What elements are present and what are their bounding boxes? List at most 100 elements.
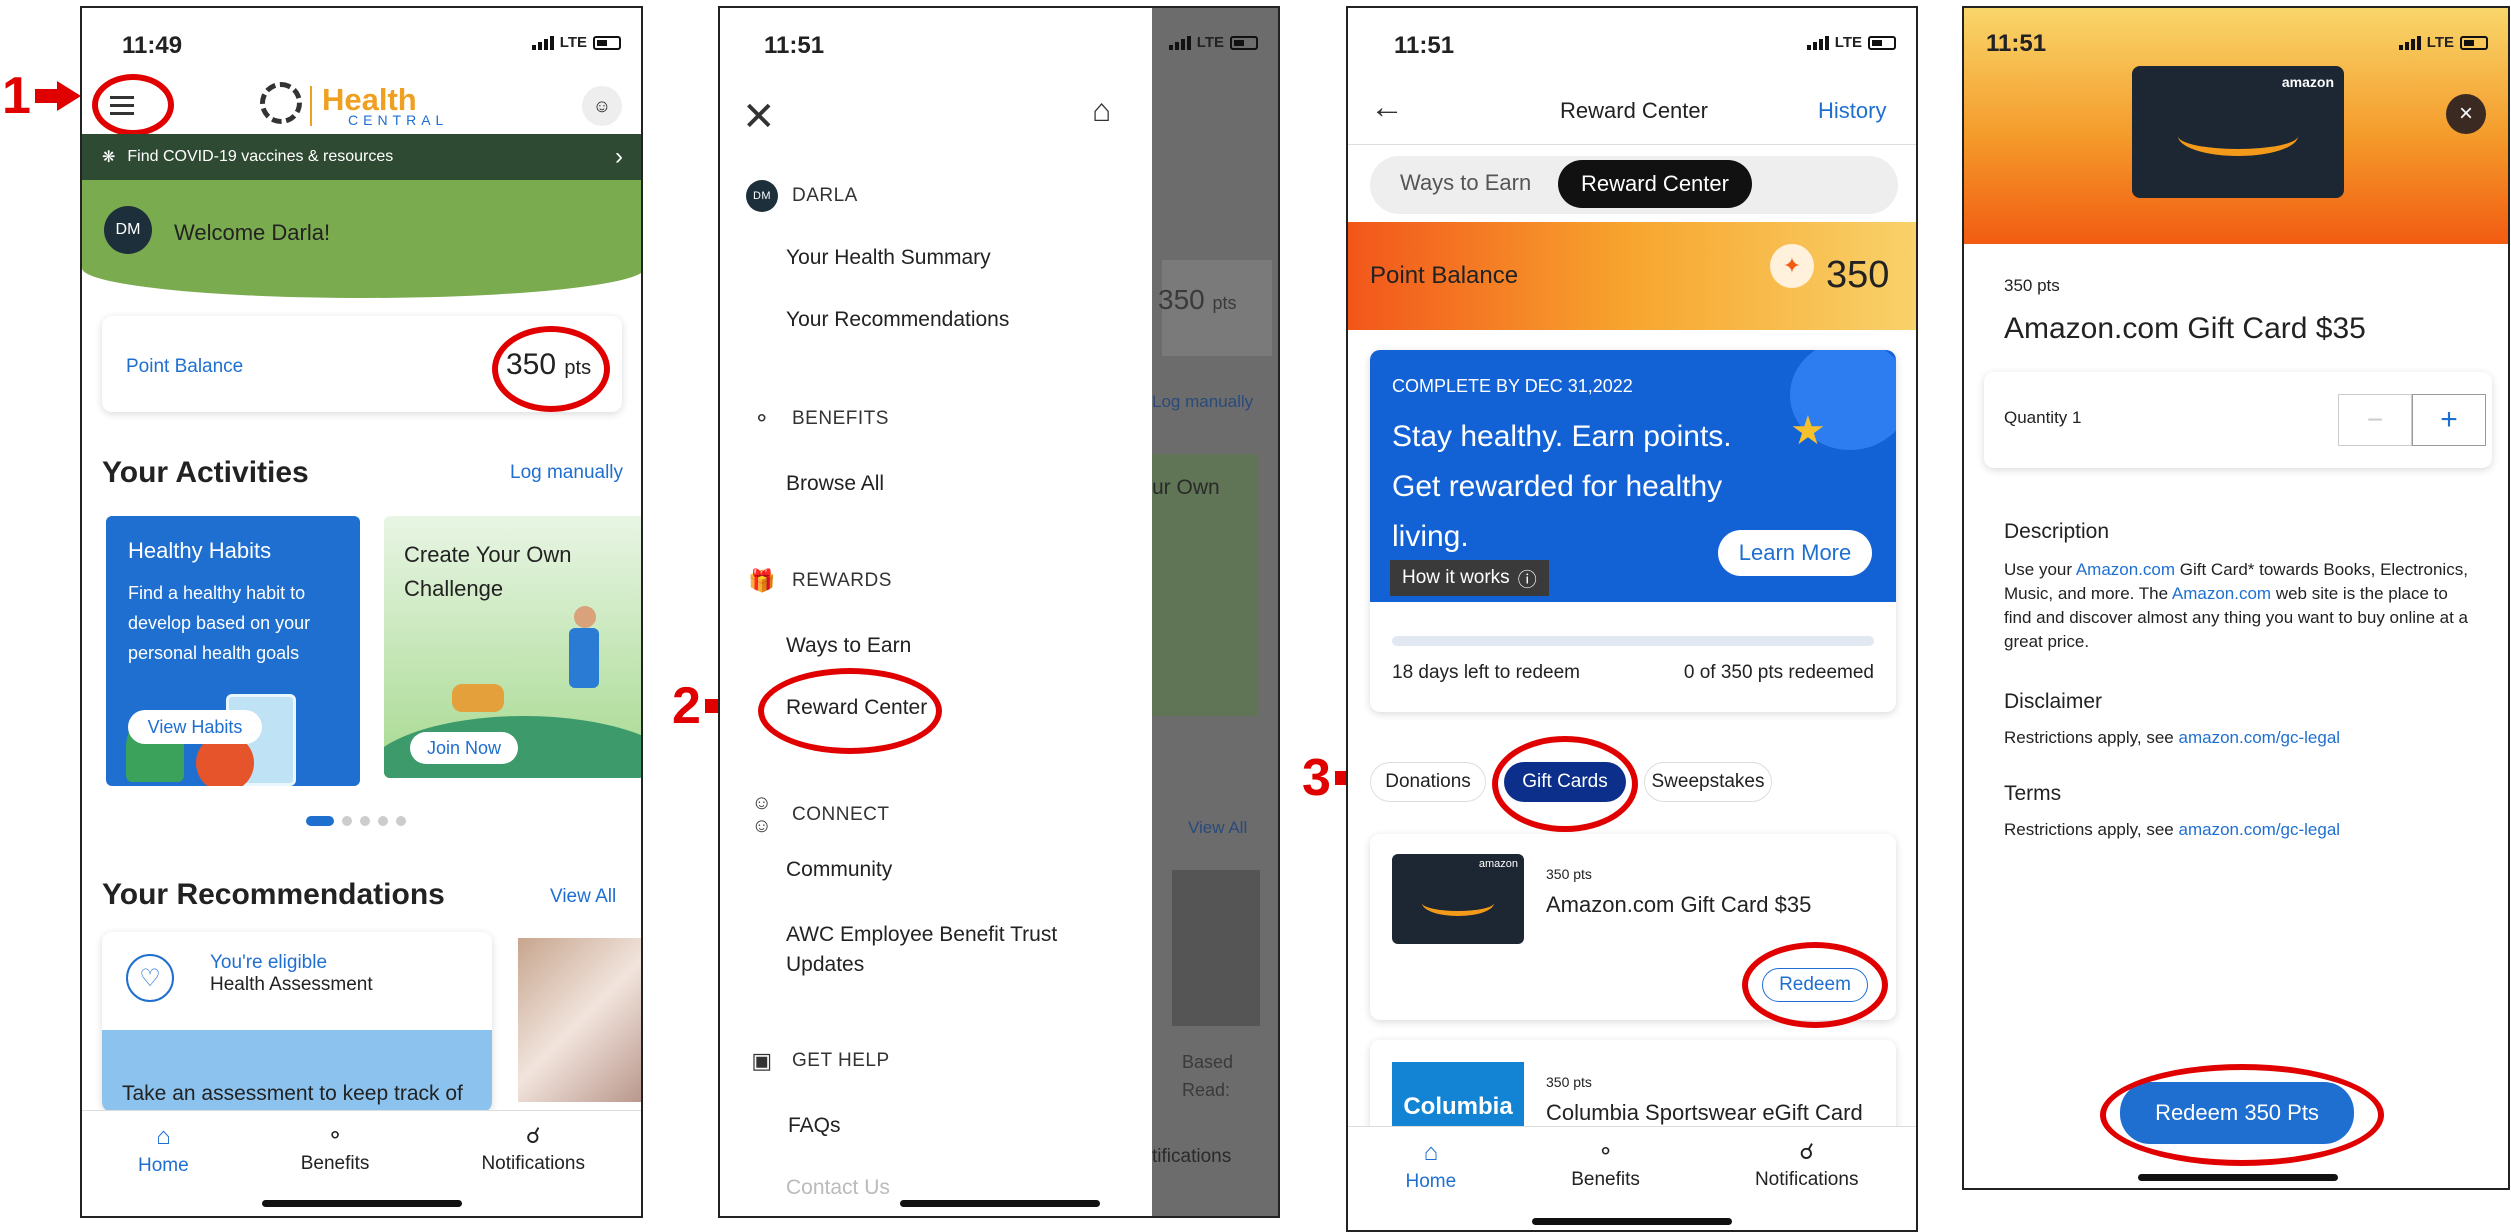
covid-banner-text: Find COVID-19 vaccines & resources xyxy=(127,148,394,165)
learn-more-button[interactable]: Learn More xyxy=(1718,530,1872,576)
quantity-decrement-button[interactable]: − xyxy=(2338,394,2412,446)
dog-illustration xyxy=(452,684,504,712)
promo-card: ★ COMPLETE BY DEC 31,2022 Stay healthy. … xyxy=(1370,350,1896,712)
amazon-card-image: amazon xyxy=(1392,854,1524,944)
virus-icon: ❋ xyxy=(102,149,116,166)
carousel-dot[interactable] xyxy=(396,816,406,826)
menu-item-community[interactable]: Community xyxy=(786,858,892,882)
fitness-class-image[interactable] xyxy=(518,938,641,1102)
activities-heading: Your Activities xyxy=(102,456,309,489)
connect-label: CONNECT xyxy=(792,804,890,825)
user-name: DARLA xyxy=(792,185,858,206)
covid-banner[interactable]: ❋ Find COVID-19 vaccines & resources › xyxy=(82,134,641,180)
carousel-dot[interactable] xyxy=(342,816,352,826)
assessment-title: Health Assessment xyxy=(210,974,373,995)
description-heading: Description xyxy=(2004,520,2110,543)
tab-notifications[interactable]: ☌ Notifications xyxy=(1755,1139,1859,1230)
days-left-label: 18 days left to redeem xyxy=(1392,662,1580,683)
welcome-banner xyxy=(82,180,641,298)
menu-item-health-summary[interactable]: Your Health Summary xyxy=(786,246,991,270)
menu-item-awc-updates[interactable]: AWC Employee Benefit Trust Updates xyxy=(786,920,1096,980)
menu-section-connect: ☺☺ CONNECT xyxy=(746,792,889,838)
tab-home[interactable]: ⌂ Home xyxy=(1406,1139,1457,1230)
log-manually-link[interactable]: Log manually xyxy=(510,462,623,484)
redeemed-label: 0 of 350 pts redeemed xyxy=(1683,662,1874,683)
view-all-link[interactable]: View All xyxy=(550,886,616,908)
avatar[interactable]: DM xyxy=(104,206,152,254)
close-icon[interactable]: ✕ xyxy=(742,94,776,140)
promo-text: Stay healthy. Earn points. Get rewarded … xyxy=(1392,420,1732,553)
category-sweepstakes[interactable]: Sweepstakes xyxy=(1644,762,1772,802)
item-name: Amazon.com Gift Card $35 xyxy=(1546,892,1812,917)
point-balance-label: Point Balance xyxy=(126,356,244,377)
healthy-habits-card[interactable]: Healthy Habits Find a healthy habit to d… xyxy=(106,516,360,786)
smile-icon xyxy=(2178,116,2298,156)
shield-icon: ⚬ xyxy=(1596,1139,1615,1164)
step-4-highlight xyxy=(1742,942,1888,1028)
rewards-label: REWARDS xyxy=(792,570,892,591)
home-icon: ⌂ xyxy=(1423,1139,1439,1166)
how-it-works-button[interactable]: How it works ⓘ xyxy=(1390,560,1549,596)
menu-item-ways-to-earn[interactable]: Ways to Earn xyxy=(786,634,911,658)
carousel-dots[interactable] xyxy=(306,816,406,826)
info-icon: ⓘ xyxy=(1517,569,1537,591)
gc-legal-link[interactable]: amazon.com/gc-legal xyxy=(2179,728,2341,747)
signal-icon xyxy=(2398,35,2421,50)
challenge-card[interactable]: Create Your Own Challenge Join Now xyxy=(384,516,641,778)
terms-text: Restrictions apply, see amazon.com/gc-le… xyxy=(2004,820,2341,839)
home-indicator xyxy=(2138,1174,2338,1181)
menu-item-browse-all[interactable]: Browse All xyxy=(786,472,884,496)
home-icon: ⌂ xyxy=(156,1123,171,1150)
status-bar: 11:51 LTE xyxy=(720,8,1278,80)
dimmed-background[interactable]: 350 pts Log manually ur Own View All Bas… xyxy=(1152,8,1278,1216)
menu-item-recommendations[interactable]: Your Recommendations xyxy=(786,308,1009,332)
screen-home: 11:49 LTE Health CENTRAL ☺ ❋ Find COVID-… xyxy=(80,6,643,1218)
gift-card-item-amazon[interactable]: amazon 350 pts Amazon.com Gift Card $35 … xyxy=(1370,834,1896,1028)
assessment-card[interactable]: ♡ You're eligible Health Assessment Take… xyxy=(102,932,492,1112)
step-1-marker: 1 xyxy=(2,66,81,126)
status-time: 11:51 xyxy=(764,32,825,59)
signal-icon xyxy=(1168,35,1191,50)
network-label: LTE xyxy=(1196,34,1224,51)
battery-icon xyxy=(1868,35,1896,50)
help-label: GET HELP xyxy=(792,1050,890,1071)
amazon-link[interactable]: Amazon.com xyxy=(2076,560,2175,579)
gc-legal-link[interactable]: amazon.com/gc-legal xyxy=(2179,820,2341,839)
status-bar: 11:49 LTE xyxy=(82,8,641,80)
item-points: 350 pts xyxy=(1546,1074,1592,1090)
people-icon[interactable]: ☺ xyxy=(582,86,622,126)
category-donations[interactable]: Donations xyxy=(1370,762,1486,802)
history-link[interactable]: History xyxy=(1818,98,1886,124)
item-points: 350 pts xyxy=(2004,276,2060,295)
menu-section-rewards: 🎁 REWARDS xyxy=(746,568,892,594)
network-label: LTE xyxy=(559,34,587,51)
view-habits-button[interactable]: View Habits xyxy=(128,710,262,744)
benefits-label: BENEFITS xyxy=(792,408,889,429)
home-icon[interactable]: ⌂ xyxy=(1092,92,1111,129)
tab-notifications[interactable]: ☌ Notifications xyxy=(481,1123,585,1216)
menu-item-contact-us[interactable]: Contact Us xyxy=(786,1176,890,1200)
carousel-dot-active[interactable] xyxy=(306,816,334,826)
disclaimer-heading: Disclaimer xyxy=(2004,690,2103,713)
logo-subtext: CENTRAL xyxy=(348,112,449,128)
healthy-habits-body: Find a healthy habit to develop based on… xyxy=(128,583,311,663)
bg-view-all: View All xyxy=(1188,818,1248,837)
status-time: 11:51 xyxy=(1394,32,1455,59)
gift-icon: 🎁 xyxy=(748,568,776,593)
close-button[interactable]: × xyxy=(2446,94,2486,134)
join-now-button[interactable]: Join Now xyxy=(410,732,518,764)
heart-icon: ♡ xyxy=(126,954,174,1002)
disclaimer-text: Restrictions apply, see amazon.com/gc-le… xyxy=(2004,728,2341,747)
segment-ways-to-earn[interactable]: Ways to Earn xyxy=(1400,170,1531,196)
complete-by-label: COMPLETE BY DEC 31,2022 xyxy=(1392,376,1633,396)
bg-log-manually: Log manually xyxy=(1152,392,1254,411)
quantity-increment-button[interactable]: + xyxy=(2412,394,2486,446)
segment-reward-center[interactable]: Reward Center xyxy=(1558,160,1752,208)
carousel-dot[interactable] xyxy=(360,816,370,826)
quantity-label: Quantity 1 xyxy=(2004,408,2082,427)
carousel-dot[interactable] xyxy=(378,816,388,826)
amazon-link[interactable]: Amazon.com xyxy=(2172,584,2271,603)
tab-home[interactable]: ⌂ Home xyxy=(138,1123,189,1216)
step-1-highlight xyxy=(92,74,174,136)
menu-item-faqs[interactable]: FAQs xyxy=(788,1114,841,1138)
